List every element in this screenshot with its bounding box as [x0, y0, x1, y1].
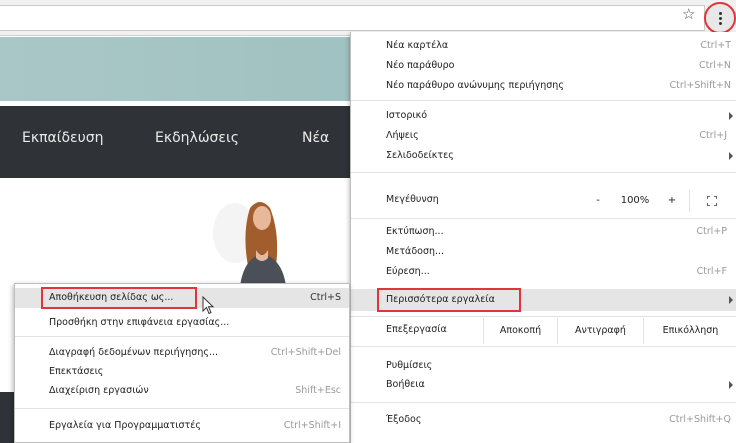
menu-downloads[interactable]: Λήψεις Ctrl+J — [351, 126, 736, 146]
menu-label: Βοήθεια — [386, 379, 425, 390]
menu-label: Εύρεση... — [386, 266, 430, 277]
menu-label: Εκτύπωση... — [386, 226, 444, 237]
nav-item-news[interactable]: Νέα — [302, 130, 329, 146]
zoom-in-button[interactable]: + — [657, 190, 687, 212]
submenu-arrow-icon — [729, 112, 733, 120]
menu-label: Λήψεις — [386, 130, 419, 141]
submenu-separator — [15, 408, 349, 409]
menu-shortcut: Ctrl+Shift+Q — [669, 414, 731, 425]
kebab-menu-icon[interactable] — [704, 2, 736, 34]
menu-exit[interactable]: Έξοδος Ctrl+Shift+Q — [351, 410, 736, 430]
cut-button[interactable]: Αποκοπή — [483, 318, 557, 344]
menu-settings[interactable]: Ρυθμίσεις — [351, 356, 736, 376]
menu-label: Σελιδοδείκτες — [386, 150, 454, 161]
menu-label: Έξοδος — [386, 414, 422, 425]
menu-label: Νέο παράθυρο ανώνυμης περιήγησης — [386, 80, 564, 91]
submenu-label: Επεκτάσεις — [49, 366, 104, 377]
submenu-arrow-icon — [729, 152, 733, 160]
menu-shortcut: Ctrl+T — [700, 40, 731, 51]
submenu-label: Εργαλεία για Προγραμματιστές — [49, 420, 201, 431]
browser-main-menu: Νέα καρτέλα Ctrl+T Νέο παράθυρο Ctrl+N Ν… — [350, 32, 736, 443]
menu-separator — [351, 346, 736, 347]
submenu-task-manager[interactable]: Διαχείριση εργασιών Shift+Esc — [15, 381, 349, 401]
menu-history[interactable]: Ιστορικό — [351, 106, 736, 126]
submenu-clear-data[interactable]: Διαγραφή δεδομένων περιήγησης... Ctrl+Sh… — [15, 343, 349, 363]
more-tools-submenu: Αποθήκευση σελίδας ως... Ctrl+S Προσθήκη… — [14, 283, 350, 443]
copy-button[interactable]: Αντιγραφή — [557, 318, 643, 344]
submenu-label: Διαχείριση εργασιών — [49, 385, 149, 396]
menu-shortcut: Ctrl+J — [699, 130, 727, 141]
menu-shortcut: Ctrl+F — [696, 266, 727, 277]
submenu-label: Διαγραφή δεδομένων περιήγησης... — [49, 347, 218, 358]
menu-shortcut: Ctrl+N — [699, 60, 731, 71]
submenu-add-to-desktop[interactable]: Προσθήκη στην επιφάνεια εργασίας... — [15, 313, 349, 333]
zoom-level: 100% — [620, 195, 650, 206]
submenu-shortcut: Ctrl+Shift+I — [283, 420, 341, 431]
menu-separator — [351, 172, 736, 173]
menu-label: Ιστορικό — [386, 110, 428, 121]
submenu-arrow-icon — [729, 381, 733, 389]
menu-separator — [351, 100, 736, 101]
menu-new-incognito[interactable]: Νέο παράθυρο ανώνυμης περιήγησης Ctrl+Sh… — [351, 76, 736, 96]
submenu-dev-tools[interactable]: Εργαλεία για Προγραμματιστές Ctrl+Shift+… — [15, 416, 349, 436]
menu-label: Μετάδοση... — [386, 246, 445, 257]
zoom-out-button[interactable]: - — [583, 190, 613, 212]
submenu-label: Προσθήκη στην επιφάνεια εργασίας... — [49, 317, 230, 328]
menu-label: Νέα καρτέλα — [386, 40, 449, 51]
menu-find[interactable]: Εύρεση... Ctrl+F — [351, 262, 736, 282]
mouse-cursor-icon — [202, 296, 215, 315]
star-icon[interactable]: ☆ — [682, 6, 695, 22]
menu-cast[interactable]: Μετάδοση... — [351, 242, 736, 262]
submenu-arrow-icon — [729, 296, 733, 304]
submenu-separator — [15, 336, 349, 337]
page-dark-fragment — [0, 392, 14, 443]
menu-label: Ρυθμίσεις — [386, 360, 433, 371]
menu-bookmarks[interactable]: Σελιδοδείκτες — [351, 146, 736, 166]
menu-label: Νέο παράθυρο — [386, 60, 455, 71]
submenu-shortcut: Ctrl+Shift+Del — [270, 347, 341, 358]
highlight-box — [377, 288, 521, 312]
menu-new-tab[interactable]: Νέα καρτέλα Ctrl+T — [351, 36, 736, 56]
fullscreen-icon — [707, 196, 717, 206]
menu-zoom-row: Μεγέθυνση - 100% + — [351, 190, 736, 212]
submenu-shortcut: Shift+Esc — [295, 385, 341, 396]
submenu-extensions[interactable]: Επεκτάσεις — [15, 362, 349, 382]
menu-label: Επεξεργασία — [386, 324, 447, 335]
nav-item-events[interactable]: Εκδηλώσεις — [155, 130, 239, 146]
submenu-shortcut: Ctrl+S — [310, 292, 341, 303]
menu-edit-row: Επεξεργασία Αποκοπή Αντιγραφή Επικόλληση — [351, 318, 736, 344]
highlight-box — [41, 287, 197, 309]
menu-help[interactable]: Βοήθεια — [351, 375, 736, 395]
menu-label: Μεγέθυνση — [386, 194, 439, 205]
address-bar[interactable] — [0, 5, 705, 31]
person-photo — [213, 202, 286, 286]
paste-button[interactable]: Επικόλληση — [643, 318, 736, 344]
menu-shortcut: Ctrl+Shift+N — [669, 80, 731, 91]
menu-shortcut: Ctrl+P — [696, 226, 727, 237]
menu-print[interactable]: Εκτύπωση... Ctrl+P — [351, 222, 736, 242]
menu-new-window[interactable]: Νέο παράθυρο Ctrl+N — [351, 56, 736, 76]
menu-separator — [351, 218, 736, 219]
nav-item-education[interactable]: Εκπαίδευση — [22, 130, 103, 146]
menu-separator — [351, 316, 736, 317]
menu-separator — [351, 402, 736, 403]
